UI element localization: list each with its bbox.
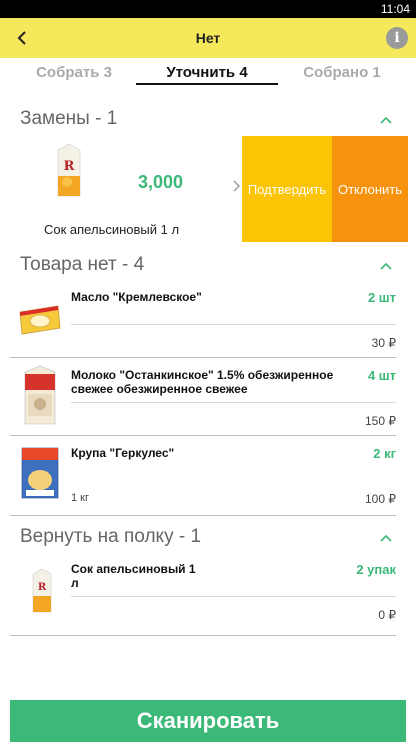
list-item[interactable]: R Сок апельсиновый 1 л 2 упак 0 ₽ <box>10 556 396 636</box>
replacement-item: R 3,000 Сок апельсиновый 1 л Подтвердить… <box>10 136 408 244</box>
divider <box>71 324 396 325</box>
back-button[interactable] <box>8 24 36 52</box>
divider <box>10 635 396 636</box>
milk-carton-image <box>24 365 56 425</box>
section-header-no-goods[interactable]: Товара нет - 4 <box>20 252 396 280</box>
replacement-name: Сок апельсиновый 1 л <box>44 222 180 237</box>
divider <box>71 402 396 403</box>
section-header-replacements[interactable]: Замены - 1 <box>20 106 396 134</box>
list-item[interactable]: Масло "Кремлевское" 2 шт 30 ₽ <box>10 284 396 358</box>
item-weight: 1 кг <box>71 492 89 504</box>
section-title-return-shelf: Вернуть на полку - 1 <box>20 526 202 547</box>
svg-text:R: R <box>64 159 75 174</box>
chevron-up-icon[interactable] <box>380 260 392 272</box>
butter-pack-image <box>19 305 61 335</box>
divider <box>10 515 396 516</box>
scan-button[interactable]: Сканировать <box>10 700 406 742</box>
item-price: 30 ₽ <box>371 336 396 350</box>
juice-carton-image: R <box>32 568 52 613</box>
page-title: Нет <box>195 30 221 46</box>
item-qty: 4 шт <box>367 368 396 383</box>
reject-button[interactable]: Отклонить <box>332 136 408 242</box>
item-name: Сок апельсиновый 1 л <box>71 562 196 590</box>
back-arrow-icon <box>17 31 26 45</box>
active-tab-indicator <box>136 83 278 85</box>
item-price: 150 ₽ <box>365 414 396 428</box>
chevron-right-icon <box>233 180 240 192</box>
list-item[interactable]: Крупа "Геркулес" 2 кг 1 кг 100 ₽ <box>10 436 396 516</box>
item-name: Молоко "Останкинское" 1.5% обезжиренное … <box>71 368 334 396</box>
replacement-qty: 3,000 <box>138 172 184 192</box>
info-icon[interactable]: i <box>386 27 408 49</box>
oats-box-image <box>21 447 59 499</box>
confirm-button[interactable]: Подтвердить <box>242 136 332 242</box>
status-time: 11:04 <box>380 2 410 16</box>
section-title-replacements: Замены - 1 <box>20 108 118 129</box>
status-bar: 11:04 <box>0 0 416 18</box>
item-name: Крупа "Геркулес" <box>71 446 175 460</box>
item-qty: 2 упак <box>356 562 396 577</box>
svg-text:R: R <box>38 582 47 593</box>
juice-carton-image: R <box>57 143 81 197</box>
item-qty: 2 кг <box>373 446 396 461</box>
chevron-up-icon[interactable] <box>380 532 392 544</box>
tab-bar: Собрать 3 Уточнить 4 Собрано 1 <box>0 58 416 90</box>
tab-collect[interactable]: Собрать 3 <box>26 64 122 81</box>
item-price: 0 ₽ <box>378 608 396 622</box>
item-qty: 2 шт <box>367 290 396 305</box>
item-price: 100 ₽ <box>365 492 396 506</box>
list-item[interactable]: Молоко "Останкинское" 1.5% обезжиренное … <box>10 358 396 436</box>
item-name: Масло "Кремлевское" <box>71 290 202 304</box>
chevron-up-icon[interactable] <box>380 114 392 126</box>
tab-clarify[interactable]: Уточнить 4 <box>136 64 278 81</box>
tab-collected[interactable]: Собрано 1 <box>290 64 394 81</box>
section-title-no-goods: Товара нет - 4 <box>20 254 145 275</box>
divider <box>71 596 396 597</box>
app-bar: Нет i <box>0 18 416 58</box>
section-header-return-shelf[interactable]: Вернуть на полку - 1 <box>20 524 396 552</box>
